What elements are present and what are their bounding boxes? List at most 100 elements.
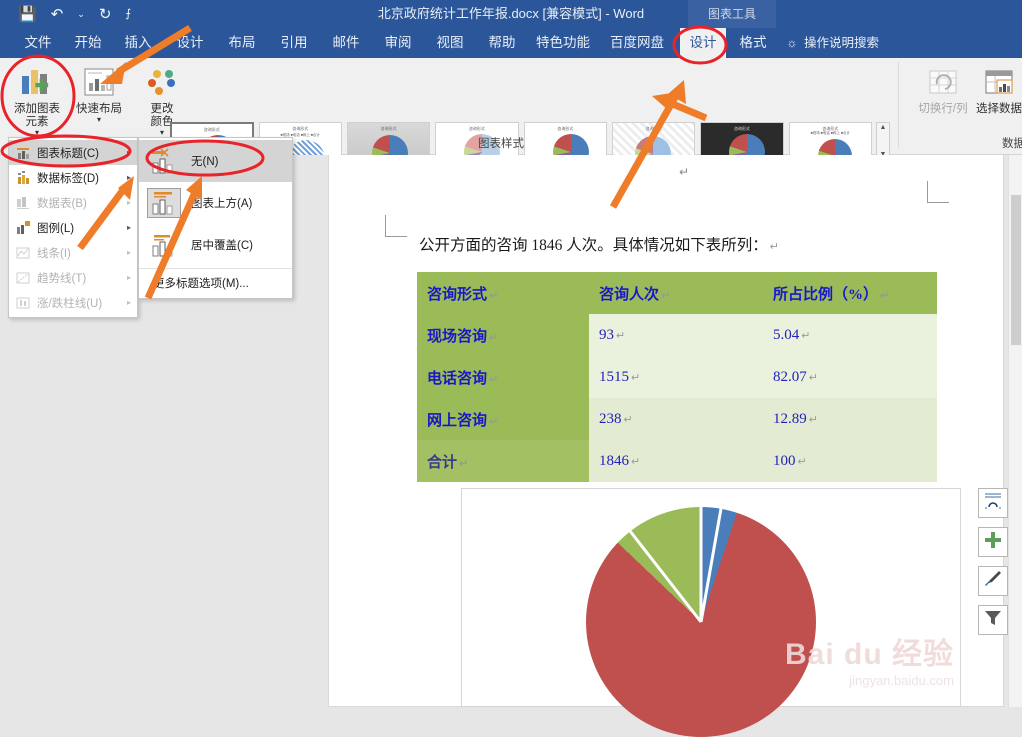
table-cell-label: 合计 ↵ [417, 440, 589, 482]
cell-text: 1846 [599, 452, 629, 469]
tab-review[interactable]: 审阅 [378, 28, 418, 58]
tab-help[interactable]: 帮助 [482, 28, 522, 58]
tab-design[interactable]: 设计 [170, 28, 210, 58]
group-label-chart-styles: 图表样式 [478, 138, 524, 150]
table-row-total: 合计 ↵ 1846 ↵ 100 ↵ [417, 440, 937, 482]
submenu-item-above-chart[interactable]: 图表上方(A) [139, 182, 292, 224]
thumb-title: 咨询形式 [557, 126, 574, 131]
cell-text: 12.89 [773, 410, 807, 427]
menu-item-data-table[interactable]: 数据表(B) ▸ [9, 190, 137, 215]
tab-references[interactable]: 引用 [274, 28, 314, 58]
cell-text: 93 [599, 326, 614, 343]
tab-features[interactable]: 特色功能 [530, 28, 596, 58]
chevron-right-icon: ▸ [126, 273, 131, 282]
tab-home[interactable]: 开始 [68, 28, 108, 58]
tab-insert[interactable]: 插入 [118, 28, 158, 58]
table-cell-percent: 82.07 ↵ [763, 356, 937, 398]
menu-item-chart-title[interactable]: 图表标题(C) ▸ [9, 140, 137, 165]
chart-elements-button[interactable] [978, 527, 1008, 557]
thumb-title: 咨询形式 [468, 126, 485, 131]
switch-row-column-button[interactable]: 切换行/列 [912, 62, 974, 140]
scrollbar-thumb[interactable] [1011, 195, 1021, 345]
menu-item-updown-bars[interactable]: 涨/跌柱线(U) ▸ [9, 290, 137, 315]
header-text-0: 咨询形式 [427, 286, 488, 303]
cell-return-mark: ↵ [631, 371, 641, 384]
ribbon-tab-strip: 文件 开始 插入 设计 布局 引用 邮件 审阅 视图 帮助 特色功能 百度网盘 … [0, 28, 1022, 58]
group-separator [898, 62, 899, 148]
cell-return-mark: ↵ [616, 329, 626, 342]
chevron-right-icon: ▸ [126, 173, 131, 182]
table-row: 现场咨询 ↵ 93 ↵ 5.04 ↵ [417, 314, 937, 356]
contextual-tab-group-label: 图表工具 [688, 0, 776, 28]
cell-return-mark: ↵ [631, 455, 641, 468]
submenu-item-label: 居中覆盖(C) [191, 240, 253, 252]
table-cell-count: 1515 ↵ [589, 356, 763, 398]
chart-filters-button[interactable] [978, 605, 1008, 635]
data-table-icon [15, 195, 31, 211]
gallery-scroll-up-icon[interactable]: ▲ [880, 124, 887, 131]
chart-title-submenu[interactable]: 无(N) 图表上方(A) 居中覆盖(C) 更多标题选项(M)... [138, 137, 293, 299]
switch-row-col-icon [926, 65, 960, 101]
chevron-right-icon: ▸ [126, 198, 131, 207]
submenu-item-more-title-options[interactable]: 更多标题选项(M)... [139, 268, 292, 296]
updown-bars-icon [15, 295, 31, 311]
cell-text: 5.04 [773, 326, 800, 343]
menu-item-trendline[interactable]: 趋势线(T) ▸ [9, 265, 137, 290]
chart-styles-button[interactable] [978, 566, 1008, 596]
table-header-cell: 咨询人次 ↵ [589, 272, 763, 314]
tab-baidu-netdisk[interactable]: 百度网盘 [604, 28, 670, 58]
tell-me-search[interactable]: ☼ 操作说明搜索 [786, 28, 879, 58]
table-cell-label: 网上咨询 ↵ [417, 398, 589, 440]
menu-item-label: 涨/跌柱线(U) [37, 297, 103, 310]
menu-item-lines[interactable]: 线条(I) ▸ [9, 240, 137, 265]
funnel-icon [983, 608, 1003, 633]
tab-file[interactable]: 文件 [18, 28, 58, 58]
title-bar: 💾 ↶ ⌄ ↻ ⨍ 北京政府统计工作年报.docx [兼容模式] - Word … [0, 0, 1022, 28]
cell-return-mark: ↵ [880, 289, 890, 302]
data-labels-icon [15, 170, 31, 186]
tab-layout[interactable]: 布局 [222, 28, 262, 58]
table-cell-count: 238 ↵ [589, 398, 763, 440]
chevron-right-icon: ▸ [126, 248, 131, 257]
menu-item-data-labels[interactable]: 数据标签(D) ▸ [9, 165, 137, 190]
paragraph-return-mark: ↵ [769, 241, 779, 253]
header-text-2: 所占比例（%） [773, 286, 879, 303]
consultation-table[interactable]: 咨询形式 ↵ 咨询人次 ↵ 所占比例（%） ↵ 现场咨询 ↵ 93 ↵ 5.04 ↵ 电话咨… [417, 272, 937, 482]
select-data-button[interactable]: 选择数据 [968, 62, 1022, 140]
thumb-title: 咨询形式 [292, 126, 309, 131]
tab-chart-design[interactable]: 设计 [680, 28, 726, 58]
cell-return-mark: ↵ [489, 415, 499, 428]
table-row: 网上咨询 ↵ 238 ↵ 12.89 ↵ [417, 398, 937, 440]
cell-return-mark: ↵ [489, 289, 499, 302]
submenu-item-none[interactable]: 无(N) [139, 140, 292, 182]
thumb-legend: ■现场 ■电话 ■网上 ■合计 [810, 131, 850, 135]
cell-return-mark: ↵ [489, 373, 499, 386]
cell-return-mark: ↵ [801, 329, 811, 342]
cell-text: 100 [773, 452, 796, 469]
vertical-scrollbar[interactable] [1008, 155, 1022, 707]
chart-elements-menu[interactable]: 图表标题(C) ▸ 数据标签(D) ▸ 数据表(B) ▸ 图例(L) ▸ 线条(… [8, 137, 138, 318]
add-chart-element-button[interactable]: 添加图表 元素 ▾ [6, 62, 68, 140]
menu-item-legend[interactable]: 图例(L) ▸ [9, 215, 137, 240]
cell-return-mark: ↵ [459, 457, 469, 470]
submenu-item-label: 图表上方(A) [191, 198, 253, 210]
table-cell-label: 电话咨询 ↵ [417, 356, 589, 398]
thumb-title: 咨询形式 [733, 126, 750, 131]
tab-view[interactable]: 视图 [430, 28, 470, 58]
pie-slice-borders [628, 507, 723, 623]
chart-object[interactable]: Bai du 经验 jingyan.baidu.com [461, 488, 961, 737]
table-cell-count: 93 ↵ [589, 314, 763, 356]
table-cell-percent: 12.89 ↵ [763, 398, 937, 440]
layout-options-icon [983, 491, 1003, 516]
cell-return-mark: ↵ [808, 413, 818, 426]
margin-marker-top-left [385, 215, 407, 237]
title-overlay-icon [147, 230, 181, 260]
tab-mailings[interactable]: 邮件 [326, 28, 366, 58]
quick-layout-button[interactable]: 快速布局 ▾ [68, 62, 130, 140]
layout-options-button[interactable] [978, 488, 1008, 518]
document-page[interactable]: ↵ 公开方面的咨询 1846 人次。具体情况如下表所列： ↵ 咨询形式 ↵ 咨询人次… [328, 155, 1004, 737]
tab-chart-format[interactable]: 格式 [730, 28, 776, 58]
cell-text: 238 [599, 410, 622, 427]
brush-icon [983, 569, 1003, 594]
submenu-item-centered-overlay[interactable]: 居中覆盖(C) [139, 224, 292, 266]
